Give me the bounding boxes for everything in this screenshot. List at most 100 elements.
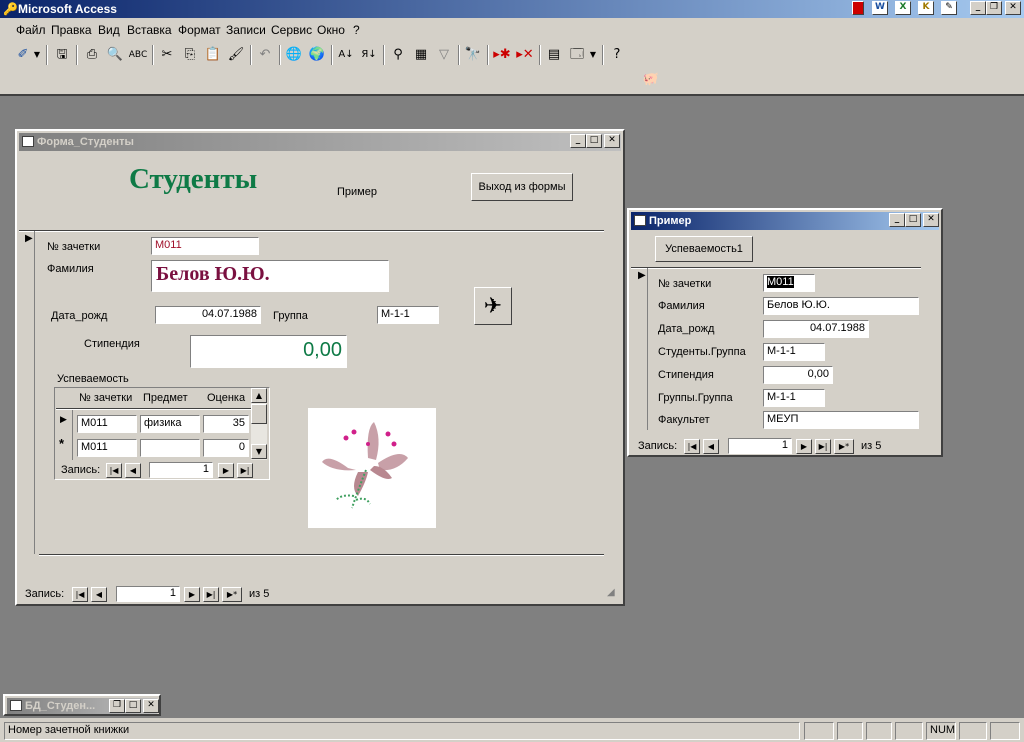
primer-nav-next-icon[interactable]: ▶ [796, 439, 812, 454]
stipendiya-field[interactable]: 0,00 [190, 335, 347, 368]
menu-tools[interactable]: Сервис [271, 23, 312, 37]
minimize-button[interactable]: _ [970, 1, 986, 15]
undo-icon[interactable]: ↶ [254, 44, 276, 66]
primer-nav-new-icon[interactable]: ▶* [834, 439, 854, 454]
main-nav-record-field[interactable]: 1 [116, 586, 180, 602]
form-maximize-button[interactable]: □ [586, 134, 602, 148]
web-toolbar-icon[interactable]: 🌍 [306, 44, 328, 66]
menu-insert[interactable]: Вставка [127, 23, 172, 37]
filter-by-selection-icon[interactable]: ⚲ [387, 44, 409, 66]
main-nav-first-icon[interactable]: |◀ [72, 587, 88, 602]
dropdown-icon[interactable]: ▼ [32, 44, 42, 66]
scroll-thumb[interactable] [251, 404, 267, 424]
sub-nav-next-icon[interactable]: ▶ [218, 463, 234, 478]
sub-record-selector[interactable]: ▶ * [56, 410, 73, 460]
uspevaemost1-button[interactable]: Успеваемость1 [655, 236, 753, 262]
filter-by-form-icon[interactable]: ▦ [410, 44, 432, 66]
insert-hyperlink-icon[interactable]: 🌐 [283, 44, 305, 66]
main-nav-next-icon[interactable]: ▶ [184, 587, 200, 602]
format-painter-icon[interactable]: 🖌 [225, 44, 247, 66]
word-icon[interactable]: W [872, 1, 888, 15]
access-icon[interactable]: K [918, 1, 934, 15]
sub-row1-zachetka[interactable]: М011 [77, 415, 137, 433]
apply-filter-icon[interactable]: ▽ [433, 44, 455, 66]
primer-nav-record-field[interactable]: 1 [728, 438, 792, 454]
sub-nav-first-icon[interactable]: |◀ [106, 463, 122, 478]
sub-nav-prev-icon[interactable]: ◀ [125, 463, 141, 478]
main-nav-prev-icon[interactable]: ◀ [91, 587, 107, 602]
excel-icon[interactable]: X [895, 1, 911, 15]
menu-view[interactable]: Вид [98, 23, 120, 37]
sub-row2-zachetka[interactable]: М011 [77, 439, 137, 457]
zachetka-field[interactable]: М011 [151, 237, 259, 255]
familiya-field[interactable]: Белов Ю.Ю. [151, 260, 389, 292]
gruppa-field[interactable]: М-1-1 [377, 306, 439, 324]
piggy-bank-icon[interactable]: 🐖 [640, 69, 662, 91]
primer-field-2[interactable]: Белов Ю.Ю. [763, 297, 919, 315]
status-num: NUM [926, 722, 956, 740]
copy-icon[interactable]: ⎘ [179, 44, 201, 66]
airplane-button[interactable]: ✈ [474, 287, 512, 325]
new-object-dropdown-icon[interactable]: ▼ [588, 44, 598, 66]
exit-form-button[interactable]: Выход из формы [471, 173, 573, 201]
print-preview-icon[interactable]: 🔍 [104, 44, 126, 66]
db-maximize-button[interactable]: □ [125, 699, 141, 713]
form-minimize-button[interactable]: _ [570, 134, 586, 148]
minimized-db-window[interactable]: БД_Студен... ❐ □ ✕ [3, 694, 161, 716]
sort-descending-icon[interactable]: Я↓ [358, 44, 380, 66]
primer-field-7[interactable]: МЕУП [763, 411, 919, 429]
menu-format[interactable]: Формат [178, 23, 221, 37]
assistant-icon[interactable]: ✎ [941, 1, 957, 15]
paste-icon[interactable]: 📋 [202, 44, 224, 66]
main-nav-new-icon[interactable]: ▶* [222, 587, 242, 602]
save-icon[interactable]: 🖫 [51, 44, 73, 66]
sub-row1-predmet[interactable]: физика [140, 415, 200, 433]
primer-nav-last-icon[interactable]: ▶| [815, 439, 831, 454]
primer-field-4[interactable]: М-1-1 [763, 343, 825, 361]
database-window-icon[interactable]: 🗔 [566, 44, 588, 66]
view-icon[interactable]: ✐ [12, 44, 34, 66]
restore-button[interactable]: ❐ [986, 1, 1002, 15]
spelling-icon[interactable]: ABC [127, 44, 149, 66]
menu-records[interactable]: Записи [226, 23, 266, 37]
sub-row2-predmet[interactable] [140, 439, 200, 457]
new-record-icon[interactable]: ▸✱ [491, 44, 513, 66]
primer-close-button[interactable]: ✕ [923, 213, 939, 227]
properties-icon[interactable]: ▤ [543, 44, 565, 66]
resize-grip-icon[interactable]: ◢ [607, 587, 615, 598]
primer-maximize-button[interactable]: □ [905, 213, 921, 227]
db-restore-button[interactable]: ❐ [109, 699, 125, 713]
form-close-button[interactable]: ✕ [604, 134, 620, 148]
delete-record-icon[interactable]: ▸✕ [514, 44, 536, 66]
sub-nav-record-field[interactable]: 1 [149, 462, 213, 478]
office-icon[interactable] [852, 1, 864, 15]
primer-field-1[interactable]: М011 [763, 274, 815, 292]
primer-record-selector[interactable]: ▶ [633, 268, 648, 430]
sort-ascending-icon[interactable]: A↓ [335, 44, 357, 66]
scroll-down-icon[interactable]: ▼ [251, 444, 267, 459]
cut-icon[interactable]: ✂ [156, 44, 178, 66]
menu-file[interactable]: Файл [16, 23, 46, 37]
main-nav-last-icon[interactable]: ▶| [203, 587, 219, 602]
data-rozhd-field[interactable]: 04.07.1988 [155, 306, 261, 324]
primer-nav-first-icon[interactable]: |◀ [684, 439, 700, 454]
menu-help[interactable]: ? [353, 23, 360, 37]
menu-edit[interactable]: Правка [51, 23, 92, 37]
find-icon[interactable]: 🔭 [462, 44, 484, 66]
scroll-up-icon[interactable]: ▲ [251, 388, 267, 403]
sub-nav-last-icon[interactable]: ▶| [237, 463, 253, 478]
primer-minimize-button[interactable]: _ [889, 213, 905, 227]
sub-row1-ocenka[interactable]: 35 [203, 415, 249, 433]
help-icon[interactable]: ? [606, 44, 628, 66]
sub-row2-ocenka[interactable]: 0 [203, 439, 249, 457]
primer-field-6[interactable]: М-1-1 [763, 389, 825, 407]
primer-nav-prev-icon[interactable]: ◀ [703, 439, 719, 454]
print-icon[interactable]: ⎙ [81, 44, 103, 66]
primer-field-3[interactable]: 04.07.1988 [763, 320, 869, 338]
sub-vertical-scrollbar[interactable]: ▲ ▼ [251, 388, 267, 460]
menu-window[interactable]: Окно [317, 23, 345, 37]
primer-field-5[interactable]: 0,00 [763, 366, 833, 384]
close-button[interactable]: ✕ [1005, 1, 1021, 15]
record-selector[interactable]: ▶ [20, 231, 35, 554]
db-close-button[interactable]: ✕ [143, 699, 159, 713]
